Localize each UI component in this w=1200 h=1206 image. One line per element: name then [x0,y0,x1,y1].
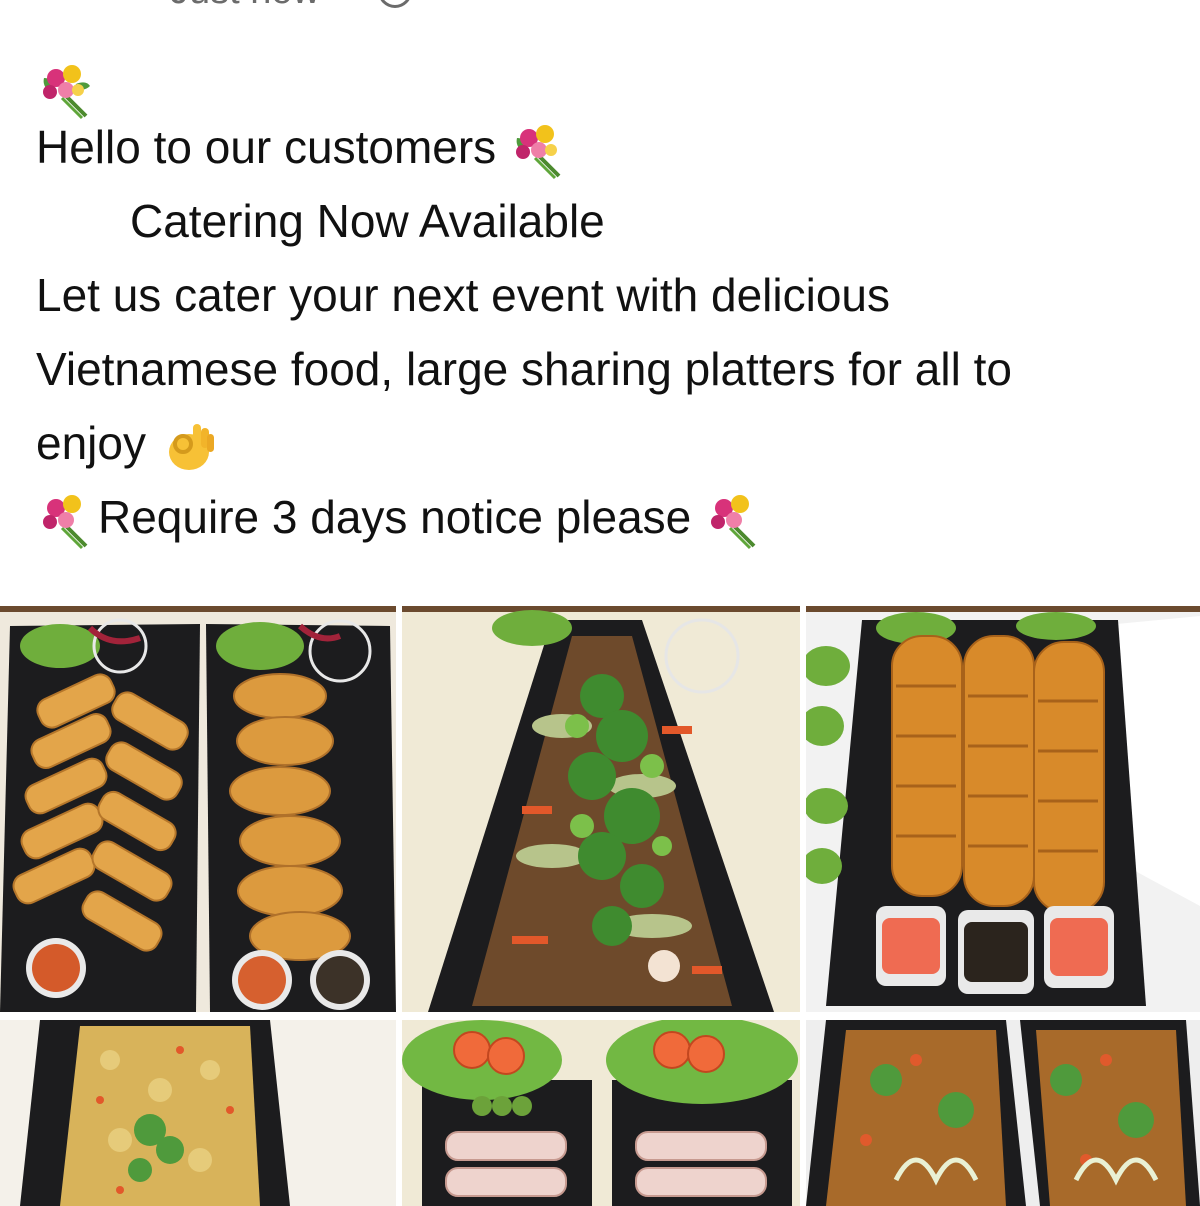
post-body: Hello to our customers Catering Now Avai… [36,50,1186,554]
body-text-2: Vietnamese food, large sharing platters … [36,343,1012,395]
photo-grid [0,606,1200,1206]
bouquet-emoji-icon [36,492,98,550]
bouquet-emoji-icon [509,122,571,180]
headline-text: Catering Now Available [130,195,605,247]
photo-chicken-skewers[interactable] [806,606,1200,1012]
notice-text: Require 3 days notice please [98,491,692,543]
body-text-1: Let us cater your next event with delici… [36,269,891,321]
body-line: enjoy [36,406,1186,480]
photo-fried-rice[interactable] [0,1020,396,1206]
post-header-meta: Just now [0,0,1200,14]
body-line: Let us cater your next event with delici… [36,258,1186,332]
photo-rice-paper-rolls[interactable] [402,1020,800,1206]
ok-hand-emoji-icon [159,418,221,476]
headline-line: Catering Now Available [36,184,1186,258]
globe-icon[interactable] [378,0,412,8]
photo-stir-fried-noodles[interactable] [806,1020,1200,1206]
body-text-3: enjoy [36,417,146,469]
post-emoji-line [36,50,1186,119]
photo-beef-stir-fry[interactable] [402,606,800,1012]
greeting-text: Hello to our customers [36,121,497,173]
photo-spring-rolls[interactable] [0,606,396,1012]
bouquet-emoji-icon [704,492,766,550]
body-line: Vietnamese food, large sharing platters … [36,332,1186,406]
greeting-line: Hello to our customers [36,110,1186,184]
notice-line: Require 3 days notice please [36,480,1186,554]
post-timestamp: Just now [170,0,320,13]
